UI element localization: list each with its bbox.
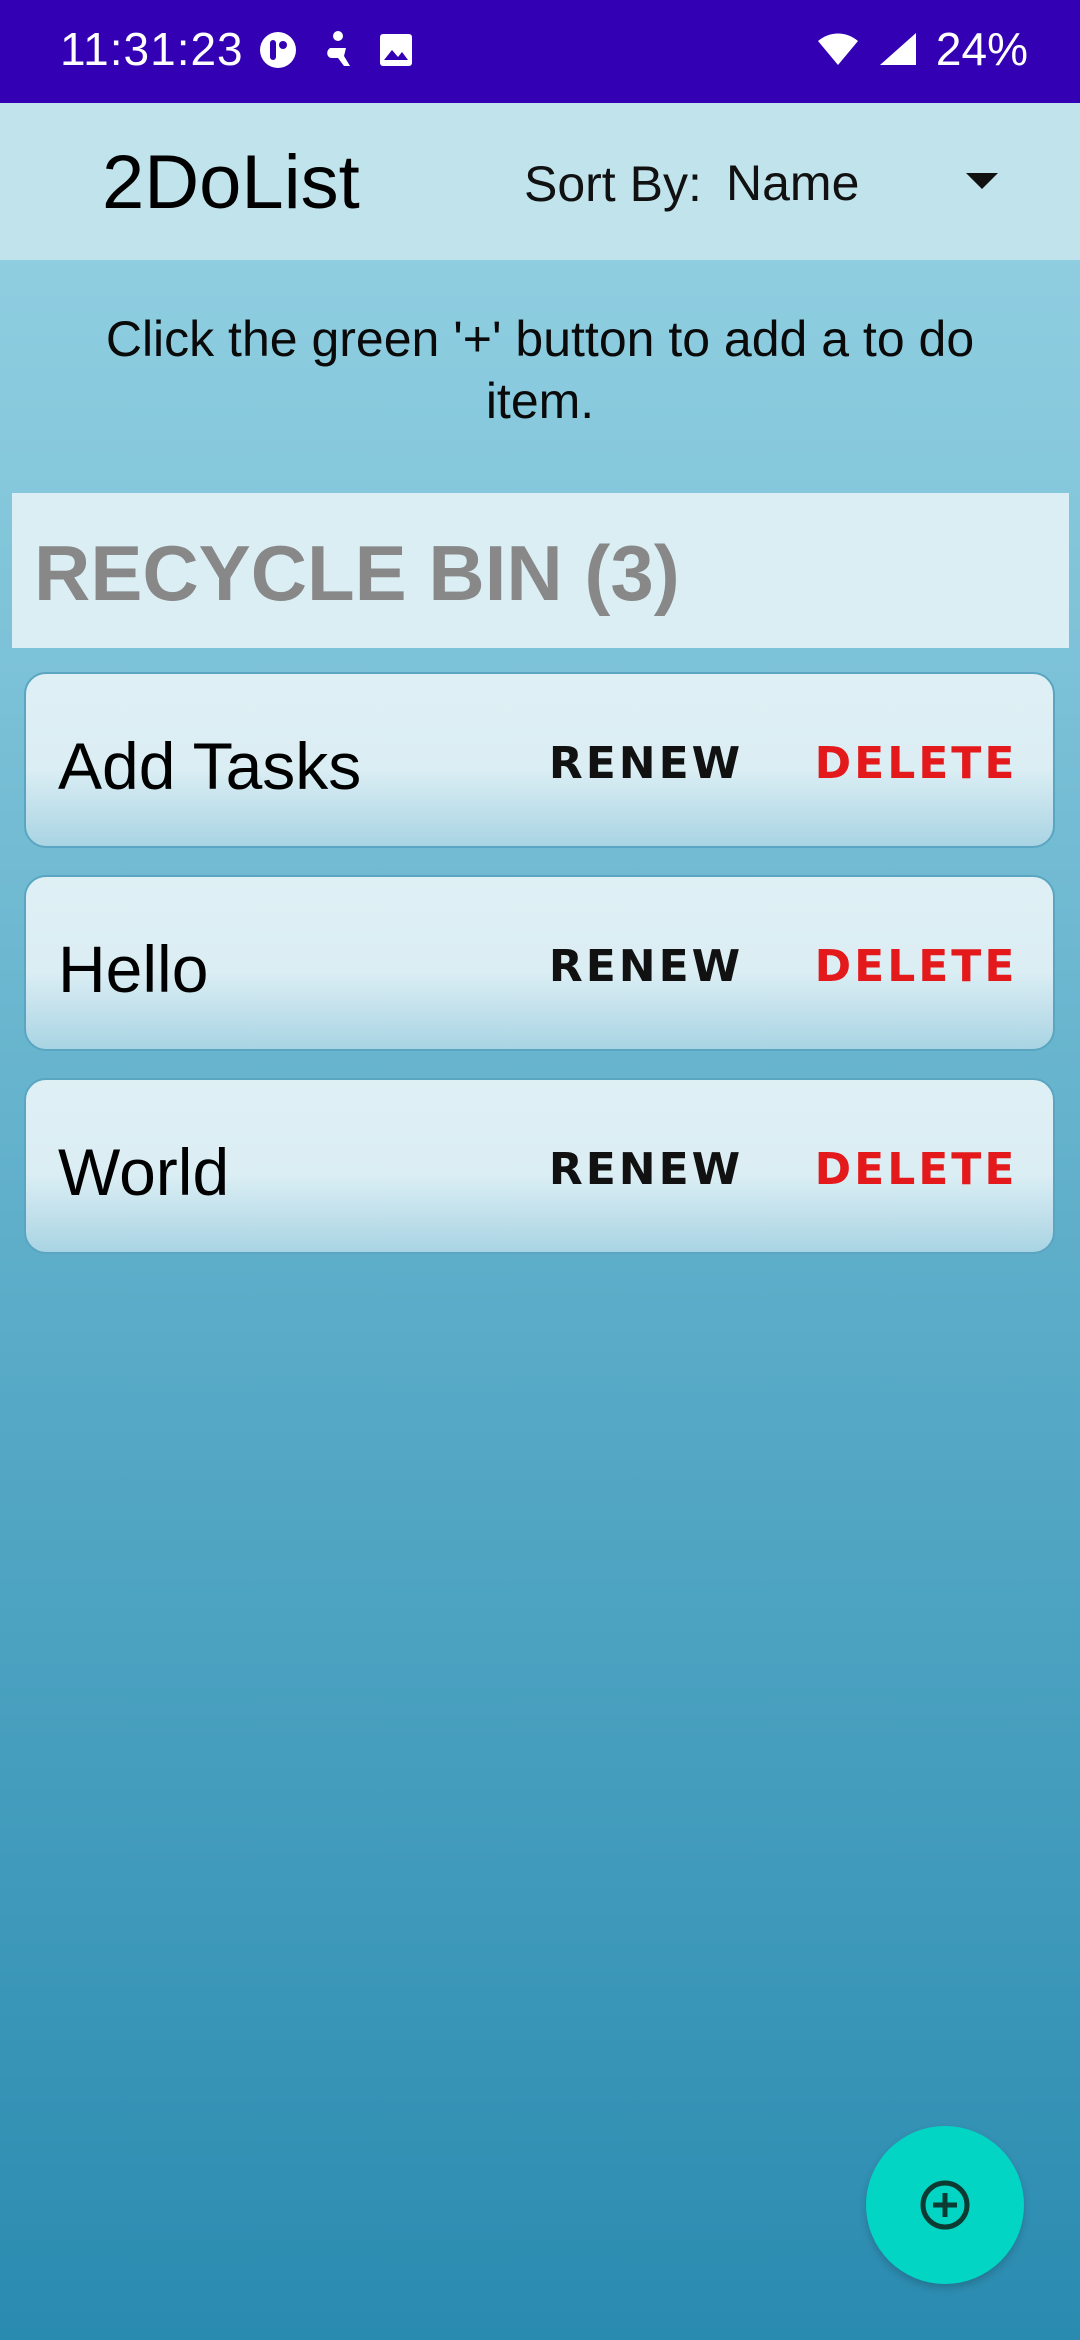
add-item-hint: Click the green '+' button to add a to d… xyxy=(105,311,975,429)
delete-button[interactable]: DELETE xyxy=(806,921,1026,1011)
renew-button[interactable]: RENEW xyxy=(549,718,740,808)
renew-button[interactable]: RENEW xyxy=(549,921,740,1011)
add-circle-icon xyxy=(920,2180,970,2230)
recycle-bin-item: World RENEW DELETE xyxy=(24,1078,1055,1254)
wifi-icon xyxy=(817,33,858,65)
notification-app-icon xyxy=(260,32,296,68)
status-system-icons: 24% xyxy=(816,22,1028,76)
status-bar: 11:31:23 24% xyxy=(0,0,1080,103)
sort-by-value: Name xyxy=(726,155,860,211)
accessibility-icon xyxy=(327,31,350,66)
app-title: 2DoList xyxy=(102,140,360,225)
sort-by-dropdown[interactable]: Name xyxy=(726,143,1016,223)
sort-by-label: Sort By: xyxy=(524,156,702,212)
delete-button[interactable]: DELETE xyxy=(806,1124,1026,1214)
battery-percentage: 24% xyxy=(935,23,1028,75)
add-item-fab[interactable] xyxy=(866,2126,1024,2284)
renew-button[interactable]: RENEW xyxy=(549,1124,740,1214)
recycle-bin-title: RECYCLE BIN (3) xyxy=(34,529,680,617)
recycle-bin-item: Add Tasks RENEW DELETE xyxy=(24,672,1055,848)
item-label: Add Tasks xyxy=(58,729,362,803)
image-icon xyxy=(380,34,412,66)
status-time: 11:31:23 xyxy=(60,23,244,75)
item-label: World xyxy=(58,1135,230,1209)
cell-signal-icon xyxy=(879,33,916,65)
app-bar: 2DoList Sort By: Name xyxy=(0,103,1080,260)
recycle-bin-header[interactable]: RECYCLE BIN (3) xyxy=(12,493,1069,648)
status-notification-icons xyxy=(258,30,414,70)
delete-button[interactable]: DELETE xyxy=(806,718,1026,808)
recycle-bin-item: Hello RENEW DELETE xyxy=(24,875,1055,1051)
dropdown-arrow-icon xyxy=(966,173,998,189)
item-label: Hello xyxy=(58,932,209,1006)
